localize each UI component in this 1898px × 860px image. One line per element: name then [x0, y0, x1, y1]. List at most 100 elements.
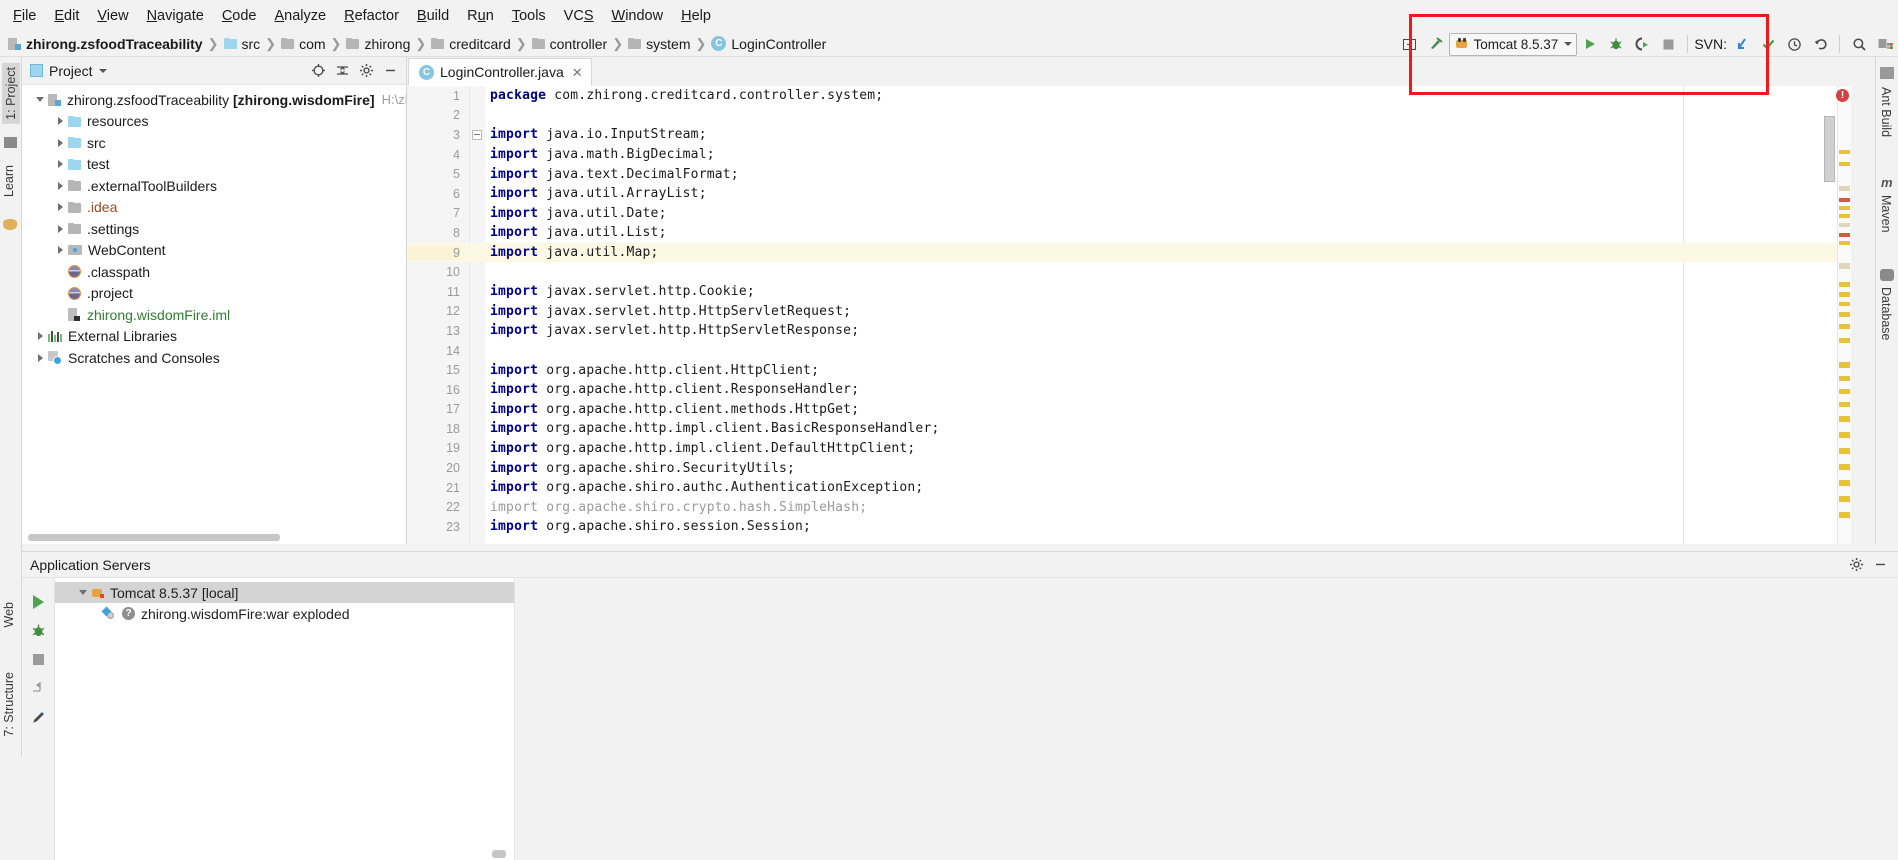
breadcrumb-item-com[interactable]: com: [281, 36, 326, 52]
editor-vertical-scrollbar[interactable]: [1824, 116, 1835, 182]
tree-node--settings[interactable]: .settings: [22, 218, 406, 240]
breadcrumb-item-src[interactable]: src: [223, 36, 260, 52]
error-count-badge[interactable]: !: [1836, 89, 1849, 102]
line-number: 16: [446, 382, 460, 397]
expand-arrow-icon[interactable]: [75, 590, 91, 595]
chevron-down-icon[interactable]: [98, 68, 107, 73]
server-tree-node-tomcat-8-5-37-local-[interactable]: Tomcat 8.5.37 [local]: [55, 582, 514, 603]
svn-update-icon[interactable]: [1729, 33, 1755, 55]
menu-item-refactor[interactable]: Refactor: [335, 5, 408, 27]
menu-item-view[interactable]: View: [88, 5, 137, 27]
tree-node-zhirong-zsfoodtraceability[interactable]: zhirong.zsfoodTraceability [zhirong.wisd…: [22, 89, 406, 111]
project-panel-title: Project: [49, 62, 93, 79]
xml-file-icon: [68, 265, 81, 279]
expand-arrow-icon[interactable]: [32, 97, 48, 102]
breadcrumb-item-zhirong[interactable]: zhirong: [346, 36, 410, 52]
bottom-horizontal-scrollbar[interactable]: [492, 850, 506, 858]
menu-item-navigate[interactable]: Navigate: [138, 5, 213, 27]
tree-node-resources[interactable]: resources: [22, 111, 406, 133]
breadcrumb-item-controller[interactable]: controller: [531, 36, 607, 52]
tree-node--idea[interactable]: .idea: [22, 197, 406, 219]
code-text: import org.apache.http.client.methods.Ht…: [490, 401, 860, 417]
tree-node-test[interactable]: test: [22, 154, 406, 176]
debug-button[interactable]: [1603, 33, 1629, 55]
menu-item-help[interactable]: Help: [672, 5, 720, 27]
project-structure-icon[interactable]: [1872, 33, 1898, 55]
tree-node-external-libraries[interactable]: External Libraries: [22, 326, 406, 348]
collapse-arrow-icon[interactable]: [52, 182, 68, 190]
stop-button[interactable]: [26, 645, 50, 674]
sidebar-item-learn[interactable]: Learn: [2, 165, 16, 197]
server-tree-node-zhirong-wisdomfire-war-exploded[interactable]: ? zhirong.wisdomFire:war exploded: [55, 603, 514, 624]
line-number: 8: [453, 225, 460, 240]
menu-item-window[interactable]: Window: [603, 5, 673, 27]
tree-node--project[interactable]: .project: [22, 283, 406, 305]
collapse-arrow-icon[interactable]: [52, 203, 68, 211]
svn-rollback-icon[interactable]: [1807, 33, 1833, 55]
tree-node-label: External Libraries: [68, 328, 177, 345]
menu-item-code[interactable]: Code: [213, 5, 266, 27]
folder-icon: [68, 115, 81, 127]
breadcrumb-item-zhirong-zsfoodtraceability[interactable]: zhirong.zsfoodTraceability: [8, 36, 203, 52]
sidebar-item-database[interactable]: Database: [1879, 287, 1893, 341]
collapse-arrow-icon[interactable]: [32, 332, 48, 340]
menu-item-run[interactable]: Run: [458, 5, 503, 27]
code-editor[interactable]: 1 package com.zhirong.creditcard.controll…: [408, 86, 1851, 544]
collapse-arrow-icon[interactable]: [52, 139, 68, 147]
rerun-button[interactable]: [26, 587, 50, 616]
tree-node-webcontent[interactable]: WebContent: [22, 240, 406, 262]
tree-node--externaltoolbuilders[interactable]: .externalToolBuilders: [22, 175, 406, 197]
collapse-all-icon[interactable]: [330, 60, 354, 82]
tab-logincontroller-java[interactable]: C LoginController.java ✕: [408, 58, 592, 86]
svn-commit-icon[interactable]: [1755, 33, 1781, 55]
menu-item-file[interactable]: File: [4, 5, 45, 27]
tree-node-zhirong-wisdomfire-iml[interactable]: zhirong.wisdomFire.iml: [22, 304, 406, 326]
sidebar-item-web[interactable]: Web: [2, 602, 16, 627]
search-everywhere-icon[interactable]: [1846, 33, 1872, 55]
breadcrumb-item-system[interactable]: system: [628, 36, 690, 52]
hide-panel-icon[interactable]: [378, 60, 402, 82]
sidebar-item-ant-build[interactable]: Ant Build: [1879, 87, 1893, 137]
deploy-all-button[interactable]: [26, 674, 50, 703]
collapse-arrow-icon[interactable]: [52, 225, 68, 233]
scroll-from-source-icon[interactable]: [306, 60, 330, 82]
run-with-coverage-button[interactable]: [1629, 33, 1655, 55]
folder-icon: [431, 38, 445, 49]
stop-button[interactable]: [1655, 33, 1681, 55]
sidebar-item-structure[interactable]: 7: Structure: [2, 672, 16, 737]
build-hammer-icon[interactable]: [1423, 33, 1449, 55]
code-text: import java.io.InputStream;: [490, 127, 707, 143]
edit-configuration-button[interactable]: [26, 703, 50, 732]
menu-item-tools[interactable]: Tools: [503, 5, 555, 27]
gear-icon[interactable]: [1844, 554, 1868, 576]
collapse-arrow-icon[interactable]: [52, 246, 68, 254]
collapse-arrow-icon[interactable]: [52, 117, 68, 125]
close-icon[interactable]: ✕: [572, 66, 583, 79]
menu-item-analyze[interactable]: Analyze: [266, 5, 336, 27]
menu-item-edit[interactable]: Edit: [45, 5, 88, 27]
code-fold-toggle-icon[interactable]: [472, 129, 482, 140]
tree-node--classpath[interactable]: .classpath: [22, 261, 406, 283]
run-button[interactable]: [1577, 33, 1603, 55]
module-icon: [8, 37, 21, 50]
project-horizontal-scrollbar[interactable]: [22, 531, 406, 544]
svn-history-icon[interactable]: [1781, 33, 1807, 55]
gear-icon[interactable]: [354, 60, 378, 82]
hide-panel-icon[interactable]: [1868, 554, 1892, 576]
open-in-new-window-icon[interactable]: [1397, 33, 1423, 55]
server-log-pane: [515, 578, 1898, 860]
sidebar-item-project[interactable]: 1: Project: [2, 63, 20, 124]
tree-node-src[interactable]: src: [22, 132, 406, 154]
run-configuration-selector[interactable]: Tomcat 8.5.37: [1448, 32, 1578, 56]
breadcrumb-item-creditcard[interactable]: creditcard: [431, 36, 511, 52]
sidebar-item-maven[interactable]: Maven: [1879, 195, 1893, 233]
menu-item-vcs[interactable]: VCS: [555, 5, 603, 27]
menu-item-build[interactable]: Build: [408, 5, 458, 27]
collapse-arrow-icon[interactable]: [32, 354, 48, 362]
debug-button[interactable]: [26, 616, 50, 645]
tree-node-scratches-and-consoles[interactable]: Scratches and Consoles: [22, 347, 406, 369]
error-stripe-marker-column[interactable]: [1837, 86, 1851, 544]
line-number: 19: [446, 441, 460, 456]
collapse-arrow-icon[interactable]: [52, 160, 68, 168]
breadcrumb-item-logincontroller[interactable]: C LoginController: [711, 36, 826, 52]
